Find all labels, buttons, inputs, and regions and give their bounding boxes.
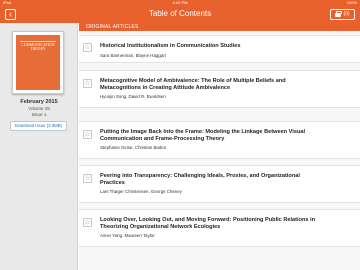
- cart-icon: [335, 10, 343, 17]
- star-icon[interactable]: ☆: [83, 130, 92, 139]
- toc-list: ORIGINAL ARTICLES ☆ Historical Instituti…: [79, 23, 360, 270]
- article-row[interactable]: ☆ Metacognitive Model of Ambivalence: Th…: [79, 70, 360, 108]
- article-title: Metacognitive Model of Ambivalence: The …: [100, 78, 352, 92]
- star-icon[interactable]: ☆: [83, 218, 92, 227]
- article-row[interactable]: ☆ Historical Institutionalism in Communi…: [79, 35, 360, 63]
- issue-cover[interactable]: COMMUNICATION THEORY: [12, 31, 64, 94]
- issue-number: Issue 1: [31, 112, 47, 117]
- article-row[interactable]: ☆ Looking Over, Looking Out, and Moving …: [79, 209, 360, 247]
- article-row[interactable]: ☆ Putting the Image Back Into the Frame:…: [79, 121, 360, 159]
- nav-bar: ‹ Table of Contents (0): [0, 5, 360, 23]
- article-authors: Sara Bannerman, Blayne Haggart: [100, 53, 166, 58]
- article-title-line: Putting the Image Back Into the Frame: M…: [100, 129, 306, 135]
- cover-artwork: COMMUNICATION THEORY: [16, 35, 60, 90]
- article-title-line: Peering into Transparency: Challenging I…: [100, 173, 300, 179]
- article-row[interactable]: ☆ Peering into Transparency: Challenging…: [79, 165, 360, 203]
- cover-rule: [20, 41, 56, 42]
- article-title-line: Practices: [100, 180, 125, 186]
- article-authors: Stephanie Geise, Christian Baden: [100, 145, 167, 150]
- article-title: Peering into Transparency: Challenging I…: [100, 173, 352, 187]
- issue-date: February 2015: [20, 99, 58, 105]
- article-title: Putting the Image Back Into the Frame: M…: [100, 129, 352, 143]
- article-title-line: Theorizing Organizational Network Ecolog…: [100, 224, 221, 230]
- cover-title: COMMUNICATION THEORY: [16, 43, 60, 51]
- download-issue-button[interactable]: Download Issue (3.0MB): [10, 121, 67, 131]
- article-title-line: Metacognitive Model of Ambivalence: The …: [100, 78, 286, 84]
- star-icon[interactable]: ☆: [83, 79, 92, 88]
- article-title-line: Communication and Frame-Processing Theor…: [100, 136, 225, 142]
- article-authors: Aimei Yang, Maureen Taylor: [100, 233, 155, 238]
- article-authors: Hyunjin Song, David R. Ewoldsen: [100, 94, 166, 99]
- issue-sidebar: COMMUNICATION THEORY February 2015 Volum…: [0, 23, 78, 270]
- article-title-line: Metacognitions in Creating Attitude Ambi…: [100, 85, 231, 91]
- article-title: Looking Over, Looking Out, and Moving Fo…: [100, 217, 352, 231]
- article-title-line: Historical Institutionalism in Communica…: [100, 43, 241, 49]
- star-icon[interactable]: ☆: [83, 43, 92, 52]
- article-title-line: Looking Over, Looking Out, and Moving Fo…: [100, 217, 316, 223]
- issue-volume: Volume 25: [28, 106, 50, 111]
- article-title: Historical Institutionalism in Communica…: [100, 43, 352, 50]
- page-title: Table of Contents: [148, 9, 212, 18]
- cart-count: (0): [343, 11, 350, 17]
- article-authors: Lars Thøger Christensen, George Cheney: [100, 189, 182, 194]
- section-header: ORIGINAL ARTICLES: [79, 23, 360, 31]
- cover-title-line2: THEORY: [30, 47, 46, 51]
- star-icon[interactable]: ☆: [83, 174, 92, 183]
- cart-button[interactable]: (0): [330, 9, 355, 20]
